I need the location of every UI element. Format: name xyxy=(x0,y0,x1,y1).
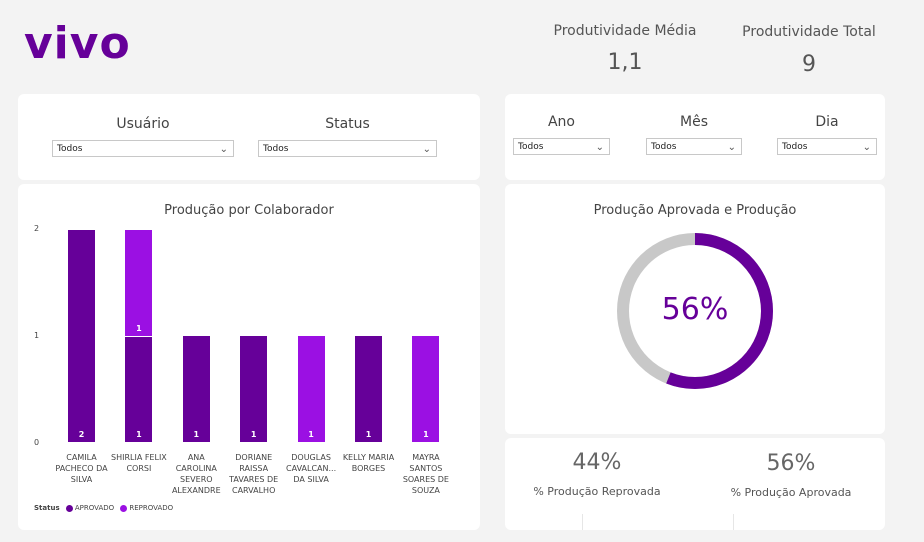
bar-chart-plot: 2 CAMILA PACHECO DA SILVA 1 1 SHIRLIA FELIX … xyxy=(18,184,480,530)
chevron-down-icon: ⌄ xyxy=(862,142,871,153)
divider xyxy=(733,514,734,530)
bar-data-label: 1 xyxy=(193,430,200,439)
chevron-down-icon: ⌄ xyxy=(595,142,604,153)
slicer-usuario-dropdown[interactable]: Todos ⌄ xyxy=(52,140,234,157)
slicer-ano-dropdown[interactable]: Todos ⌄ xyxy=(513,138,610,155)
slicer-mes-value: Todos xyxy=(651,142,677,152)
kpi-produtividade-total-value: 9 xyxy=(802,52,816,77)
bar-data-label: 2 xyxy=(78,430,85,439)
right-filter-card: Ano Todos ⌄ Mês Todos ⌄ Dia Todos ⌄ xyxy=(505,94,885,180)
bar-aprovado-0[interactable] xyxy=(68,230,95,442)
legend-reprovado-label: REPROVADO xyxy=(129,504,174,512)
bar-chart-legend: Status APROVADO REPROVADO xyxy=(34,504,173,512)
x-axis-label: CAMILA PACHECO DA SILVA xyxy=(55,453,108,484)
bar-reprovado-4[interactable] xyxy=(297,336,325,442)
x-axis-label: DOUGLAS CAVALCAN... DA SILVA xyxy=(286,453,337,484)
vivo-logo: vivo xyxy=(24,18,131,69)
slicer-dia-value: Todos xyxy=(782,142,808,152)
legend-reprovado-dot xyxy=(120,504,128,512)
divider xyxy=(582,514,583,530)
bar-reprovado-1[interactable] xyxy=(125,230,153,336)
slicer-usuario-value: Todos xyxy=(57,144,83,154)
legend-aprovado-label: APROVADO xyxy=(74,504,115,512)
x-axis-label: ANA CAROLINA SEVERO ALEXANDRE xyxy=(171,453,221,495)
chevron-down-icon: ⌄ xyxy=(727,142,736,153)
stat-reprovada-label: % Produção Reprovada xyxy=(533,485,661,498)
bar-data-label: 1 xyxy=(308,430,314,439)
bar-data-label: 1 xyxy=(365,430,372,439)
bar-data-label: 1 xyxy=(250,430,257,439)
donut-center-label: 56% xyxy=(661,292,729,327)
slicer-dia-dropdown[interactable]: Todos ⌄ xyxy=(777,138,877,155)
bar-segment-separator xyxy=(412,442,440,443)
slicer-ano-value: Todos xyxy=(518,142,544,152)
bar-reprovado-6[interactable] xyxy=(412,336,440,442)
slicer-ano-title: Ano xyxy=(547,114,575,130)
x-axis-label: KELLY MARIA BORGES xyxy=(342,453,395,473)
slicer-mes-title: Mês xyxy=(680,114,708,130)
chevron-down-icon: ⌄ xyxy=(219,144,228,155)
x-axis-label: MAYRA SANTOS SOARES DE SOUZA xyxy=(402,453,449,495)
bar-chart-card: Produção por Colaborador 2 1 0 2 CAMILA P… xyxy=(18,184,480,530)
bar-segment-separator xyxy=(297,442,325,443)
bar-segment-separator xyxy=(125,336,153,337)
slicer-status-title: Status xyxy=(325,116,370,132)
slicer-usuario-title: Usuário xyxy=(116,116,170,132)
bar-aprovado-3[interactable] xyxy=(240,336,268,442)
donut-chart-card: Produção Aprovada e Produção 56% xyxy=(505,184,885,434)
bar-aprovado-5[interactable] xyxy=(355,336,382,442)
kpi-produtividade-total-title: Produtividade Total xyxy=(742,24,876,40)
bar-data-label: 1 xyxy=(136,324,142,333)
stat-reprovada-value: 44% xyxy=(572,450,622,475)
slicer-status-dropdown[interactable]: Todos ⌄ xyxy=(258,140,437,157)
stat-aprovada-value: 56% xyxy=(766,451,816,476)
donut-chart-title: Produção Aprovada e Produção xyxy=(593,203,797,218)
stats-card: 44% % Produção Reprovada 56% % Produção … xyxy=(505,438,885,530)
x-axis-label: SHIRLIA FELIX CORSI xyxy=(110,453,167,473)
legend-title: Status xyxy=(34,504,60,512)
legend-aprovado-dot xyxy=(65,504,73,512)
bar-aprovado-1[interactable] xyxy=(125,336,153,442)
x-axis-label: DORIANE RAISSA TAVARES DE CARVALHO xyxy=(229,453,279,495)
bar-aprovado-2[interactable] xyxy=(182,336,210,442)
kpi-produtividade-media-title: Produtividade Média xyxy=(553,23,697,39)
slicer-dia-title: Dia xyxy=(815,114,839,130)
chevron-down-icon: ⌄ xyxy=(422,144,431,155)
slicer-mes-dropdown[interactable]: Todos ⌄ xyxy=(646,138,742,155)
slicer-status-value: Todos xyxy=(263,144,289,154)
left-filter-card: Usuário Todos ⌄ Status Todos ⌄ xyxy=(18,94,480,180)
stat-aprovada-label: % Produção Aprovada xyxy=(730,486,852,499)
kpi-produtividade-media-value: 1,1 xyxy=(607,50,643,75)
bar-data-label: 1 xyxy=(136,430,142,439)
bar-data-label: 1 xyxy=(423,430,429,439)
